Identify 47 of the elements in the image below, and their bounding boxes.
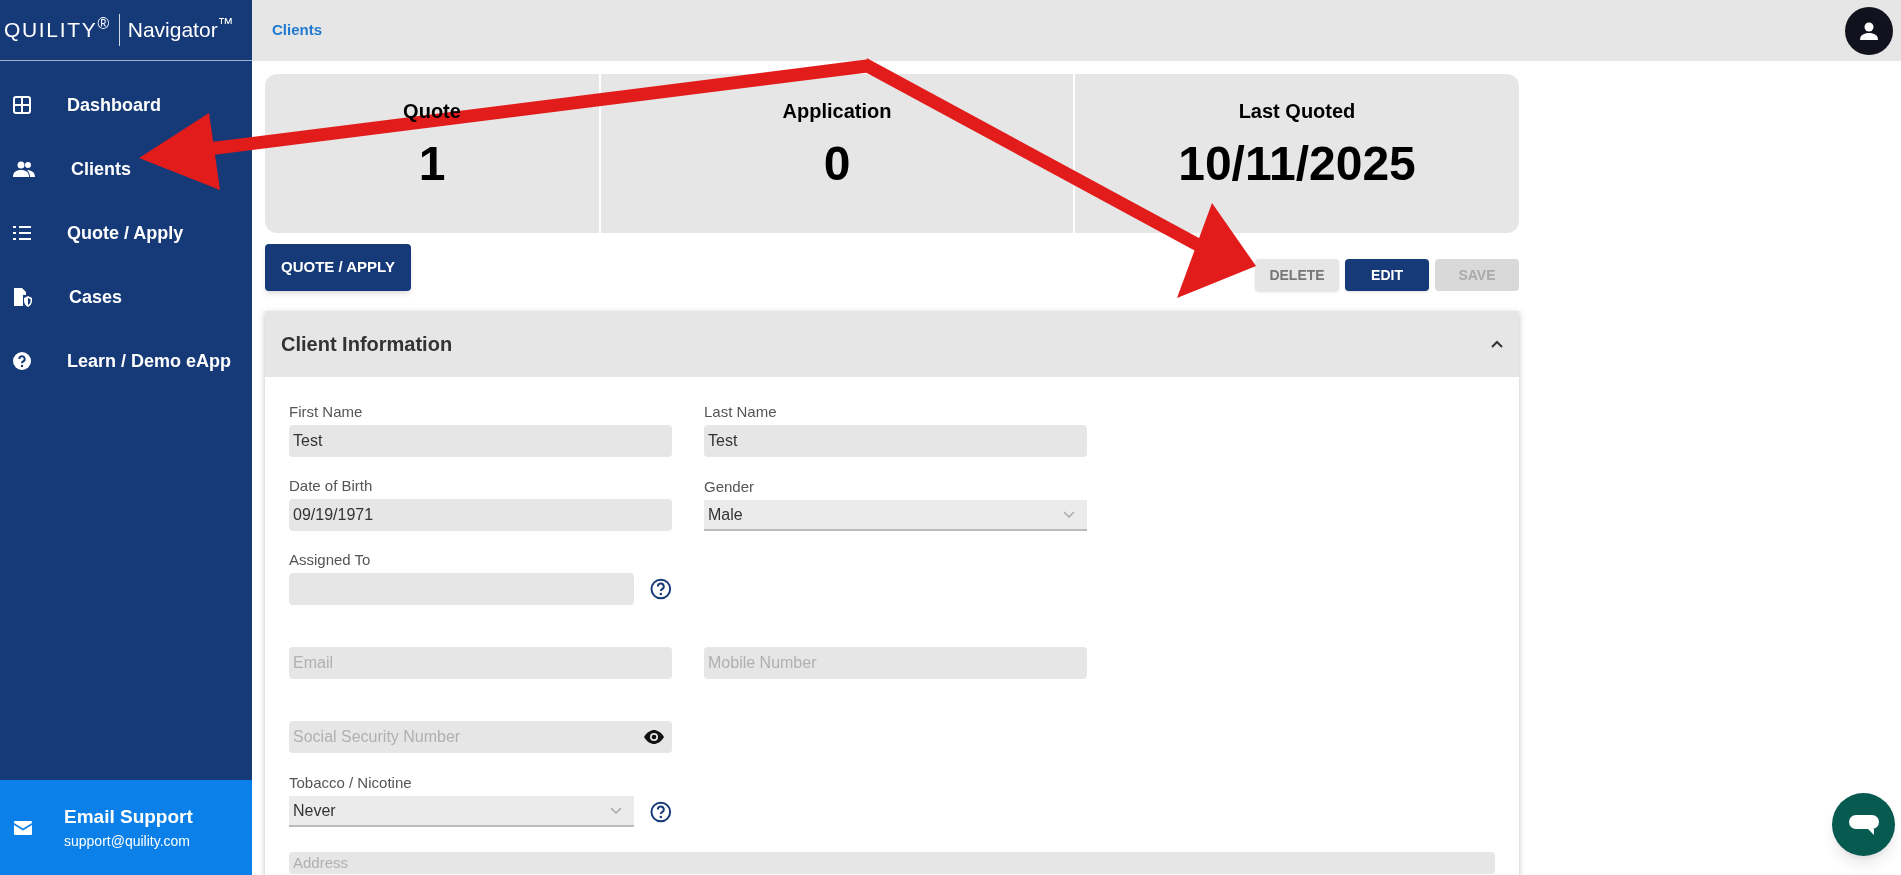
help-icon[interactable]	[650, 800, 672, 823]
input-field[interactable]	[289, 573, 635, 605]
field-label: First Name	[289, 401, 364, 422]
avatar-button[interactable]	[1845, 6, 1893, 55]
people-icon	[13, 161, 35, 177]
nav-item[interactable]: Clients	[0, 137, 252, 201]
support-panel[interactable]: Email Support support@quility.com	[0, 780, 252, 875]
input-field[interactable]: Test	[704, 425, 1087, 457]
nav-item[interactable]: Cases	[0, 265, 252, 329]
quote-apply-button[interactable]: QUOTE / APPLY	[265, 244, 411, 291]
select-field[interactable]: Male	[704, 500, 1087, 531]
stat-label: Last Quoted	[1238, 99, 1356, 124]
logo-text: Navigator$^{™}$	[127, 14, 234, 44]
document-shield-icon	[13, 287, 33, 307]
help-icon[interactable]	[650, 578, 672, 600]
user-icon	[1859, 20, 1879, 41]
support-title: Email Support	[64, 804, 193, 829]
panel-header[interactable]: Client Information	[265, 311, 1519, 377]
list-icon	[13, 226, 31, 240]
input-field[interactable]: 09/19/1971	[289, 499, 672, 531]
logo-text: QUILITY$^{®}$	[4, 14, 111, 44]
stat-label: Application	[782, 99, 892, 124]
grid-icon	[13, 96, 31, 114]
stat-value: 10/11/2025	[1178, 140, 1416, 188]
field-label: Gender	[704, 476, 756, 497]
action-button[interactable]: EDIT	[1345, 259, 1429, 291]
field-label: Tobacco / Nicotine	[289, 772, 413, 793]
chat-button[interactable]	[1832, 793, 1895, 856]
help-icon	[13, 352, 31, 370]
field-label: Assigned To	[289, 549, 372, 570]
stat-value: 1	[418, 140, 446, 188]
input-field[interactable]: Test	[289, 425, 672, 457]
stat-value: 0	[823, 140, 851, 188]
support-email[interactable]: support@quility.com	[64, 831, 193, 853]
nav-item[interactable]: Dashboard	[0, 73, 252, 137]
field-label: Last Name	[704, 401, 778, 422]
breadcrumb-link[interactable]: Clients	[272, 19, 322, 42]
nav-item[interactable]: Quote / Apply	[0, 201, 252, 265]
chevron-down-icon	[1063, 511, 1075, 518]
nav-item[interactable]: Learn / Demo eApp	[0, 329, 252, 393]
chevron-down-icon	[610, 807, 623, 814]
select-field[interactable]: Never	[289, 796, 635, 827]
eye-icon[interactable]	[644, 730, 664, 744]
action-button[interactable]: DELETE	[1255, 259, 1339, 291]
panel-title: Client Information	[281, 332, 453, 357]
envelope-icon	[14, 820, 32, 835]
field-label: Date of Birth	[289, 475, 374, 496]
